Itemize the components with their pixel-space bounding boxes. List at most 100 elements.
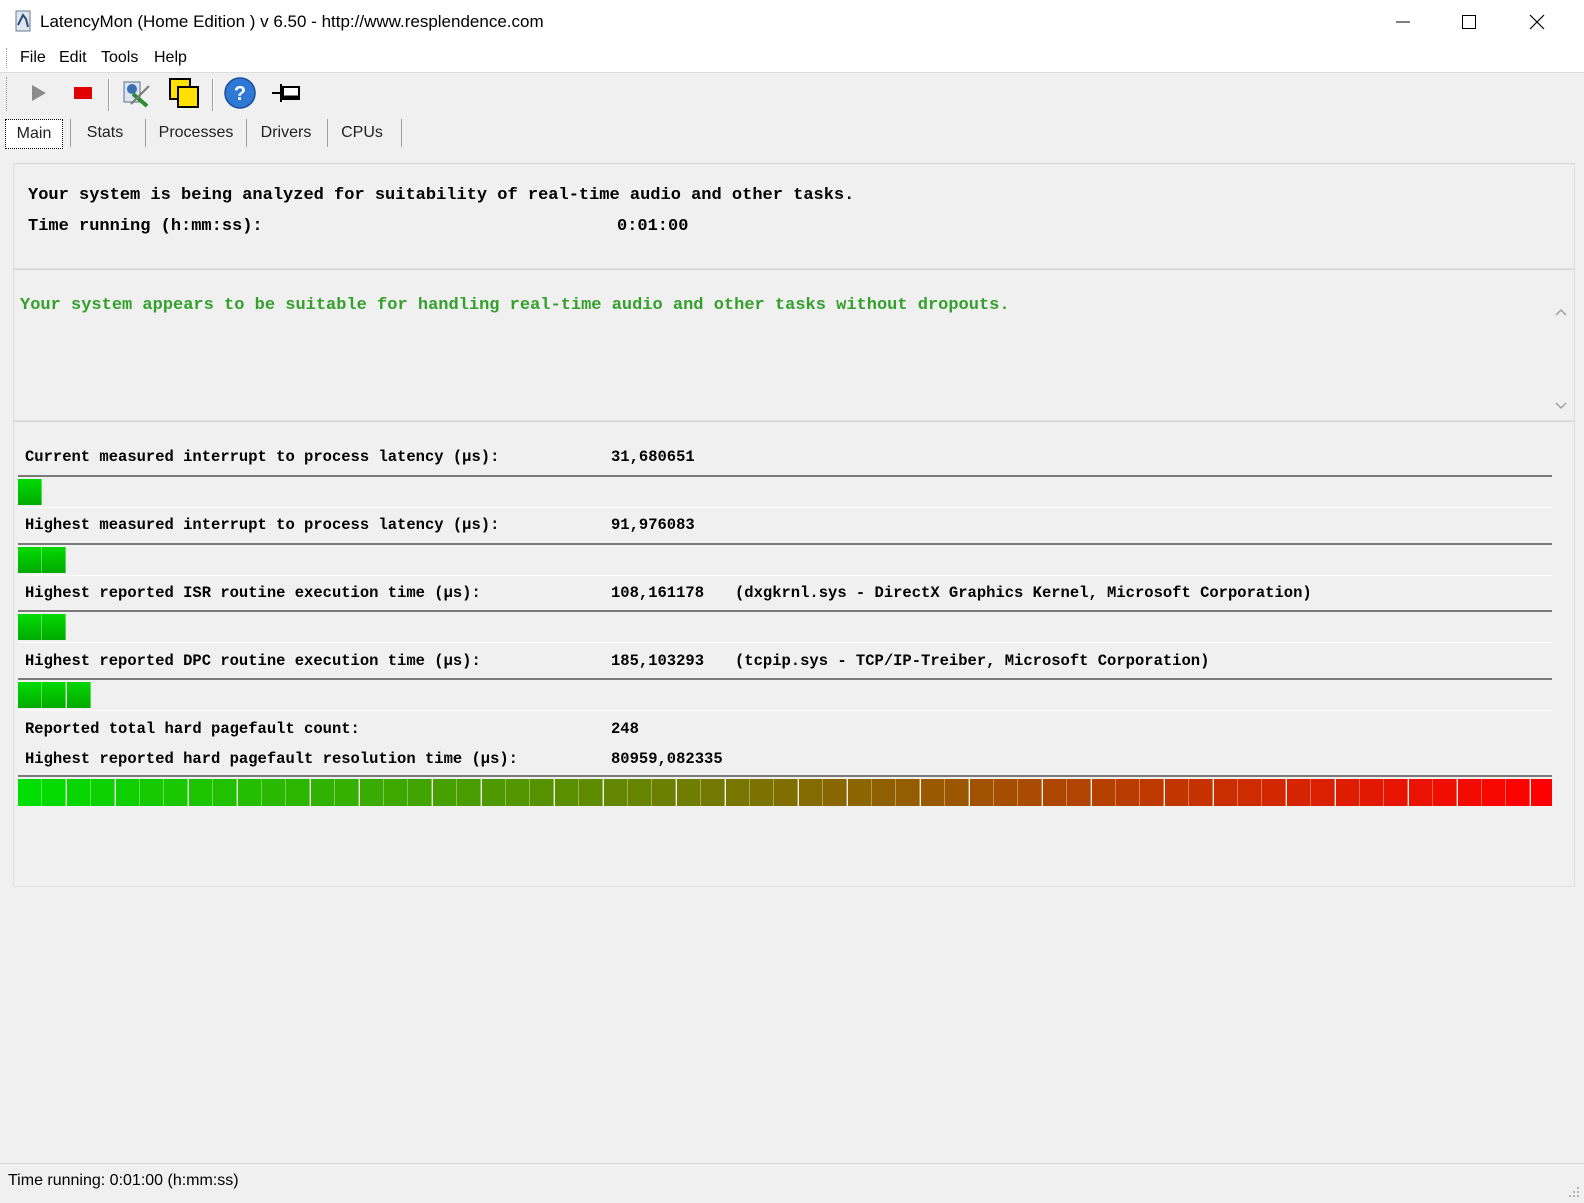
bar-segment bbox=[42, 547, 67, 573]
dpc-value: 185,103293 bbox=[611, 652, 705, 670]
pagefault-time-bar bbox=[18, 775, 1552, 807]
maximize-icon bbox=[1461, 14, 1477, 30]
toolbar-grip bbox=[6, 77, 9, 111]
menu-file[interactable]: File bbox=[20, 49, 46, 67]
menu-edit[interactable]: Edit bbox=[59, 49, 87, 67]
bar-segment bbox=[945, 779, 970, 806]
menu-grip bbox=[6, 48, 9, 68]
bar-segment bbox=[774, 779, 799, 806]
copy-button[interactable] bbox=[166, 77, 202, 113]
bar-segment bbox=[18, 479, 42, 505]
play-icon bbox=[28, 83, 48, 108]
bar-segment bbox=[750, 779, 774, 806]
settings-button[interactable] bbox=[118, 77, 154, 113]
bar-segment bbox=[1482, 779, 1506, 806]
dpc-label: Highest reported DPC routine execution t… bbox=[25, 652, 481, 670]
bar-segment bbox=[18, 547, 42, 573]
start-button[interactable] bbox=[20, 77, 56, 113]
metrics-panel: Current measured interrupt to process la… bbox=[13, 421, 1575, 887]
bar-segment bbox=[896, 779, 921, 806]
pin-button[interactable] bbox=[268, 77, 304, 113]
bar-segment bbox=[1238, 779, 1262, 806]
bar-segment bbox=[457, 779, 482, 806]
bar-segment bbox=[1408, 779, 1433, 806]
dpc-bar bbox=[18, 678, 1552, 711]
bar-segment bbox=[1457, 779, 1482, 806]
bar-segment bbox=[1140, 779, 1165, 806]
verdict-scrollbar[interactable] bbox=[1548, 296, 1574, 418]
highest-latency-label: Highest measured interrupt to process la… bbox=[25, 516, 500, 534]
isr-driver: (dxgkrnl.sys - DirectX Graphics Kernel, … bbox=[735, 584, 1312, 602]
highest-latency-value: 91,976083 bbox=[611, 516, 695, 534]
status-bar: Time running: 0:01:00 (h:mm:ss) bbox=[0, 1163, 1584, 1201]
isr-label: Highest reported ISR routine execution t… bbox=[25, 584, 481, 602]
close-button[interactable] bbox=[1504, 0, 1570, 44]
bar-segment bbox=[1335, 779, 1360, 806]
analysis-panel: Your system is being analyzed for suitab… bbox=[13, 163, 1575, 269]
tab-drivers[interactable]: Drivers bbox=[252, 119, 320, 147]
minimize-icon bbox=[1395, 14, 1411, 30]
bar-segment bbox=[42, 682, 67, 708]
bar-segment bbox=[18, 614, 42, 640]
bar-segment bbox=[18, 682, 42, 708]
bar-segment bbox=[42, 614, 67, 640]
bar-segment bbox=[213, 779, 238, 806]
bar-segment bbox=[1164, 779, 1189, 806]
bar-segment bbox=[847, 779, 872, 806]
bar-segment bbox=[603, 779, 628, 806]
tab-separator bbox=[246, 119, 247, 147]
bar-segment bbox=[1286, 779, 1311, 806]
help-icon: ? bbox=[223, 76, 257, 115]
scroll-down-icon[interactable] bbox=[1548, 396, 1574, 416]
bar-segment bbox=[66, 779, 91, 806]
status-bar-text: Time running: 0:01:00 (h:mm:ss) bbox=[8, 1172, 239, 1189]
analysis-text: Your system is being analyzed for suitab… bbox=[28, 186, 855, 205]
bar-segment bbox=[920, 779, 945, 806]
bar-segment bbox=[359, 779, 384, 806]
tab-bar: Main Stats Processes Drivers CPUs bbox=[0, 117, 1584, 149]
current-latency-bar bbox=[18, 475, 1552, 508]
bar-segment bbox=[1506, 779, 1531, 806]
pagefault-time-label: Highest reported hard pagefault resoluti… bbox=[25, 750, 518, 768]
wrench-icon bbox=[119, 76, 153, 115]
tab-stats[interactable]: Stats bbox=[76, 119, 134, 147]
menu-help[interactable]: Help bbox=[154, 49, 187, 67]
menu-tools[interactable]: Tools bbox=[101, 49, 138, 67]
bar-segment bbox=[798, 779, 823, 806]
copy-windows-icon bbox=[167, 76, 201, 115]
bar-segment bbox=[164, 779, 189, 806]
resize-grip-icon[interactable] bbox=[1566, 1184, 1580, 1198]
bar-segment bbox=[1067, 779, 1092, 806]
bar-segment bbox=[384, 779, 408, 806]
bar-segment bbox=[1091, 779, 1116, 806]
bar-segment bbox=[237, 779, 262, 806]
tab-processes[interactable]: Processes bbox=[152, 119, 240, 147]
tab-main[interactable]: Main bbox=[5, 119, 63, 149]
tab-separator bbox=[401, 119, 402, 147]
minimize-button[interactable] bbox=[1370, 0, 1436, 44]
current-latency-value: 31,680651 bbox=[611, 448, 695, 466]
bar-segment bbox=[701, 779, 726, 806]
bar-segment bbox=[1042, 779, 1067, 806]
bar-segment bbox=[432, 779, 457, 806]
bar-segment bbox=[1116, 779, 1140, 806]
help-button[interactable]: ? bbox=[222, 76, 258, 115]
bar-segment bbox=[1189, 779, 1214, 806]
bar-segment bbox=[91, 779, 116, 806]
bar-segment bbox=[1018, 779, 1043, 806]
bar-segment bbox=[481, 779, 506, 806]
isr-value: 108,161178 bbox=[611, 584, 705, 602]
tab-cpus[interactable]: CPUs bbox=[334, 119, 390, 147]
bar-segment bbox=[506, 779, 530, 806]
pagefault-time-value: 80959,082335 bbox=[611, 750, 723, 768]
maximize-button[interactable] bbox=[1436, 0, 1502, 44]
stop-icon bbox=[73, 83, 93, 108]
bar-segment bbox=[872, 779, 896, 806]
isr-bar bbox=[18, 610, 1552, 643]
app-icon bbox=[14, 10, 32, 32]
dpc-driver: (tcpip.sys - TCP/IP-Treiber, Microsoft C… bbox=[735, 652, 1210, 670]
scroll-up-icon[interactable] bbox=[1548, 302, 1574, 322]
bar-segment bbox=[554, 779, 579, 806]
bar-segment bbox=[1311, 779, 1336, 806]
stop-button[interactable] bbox=[65, 77, 101, 113]
